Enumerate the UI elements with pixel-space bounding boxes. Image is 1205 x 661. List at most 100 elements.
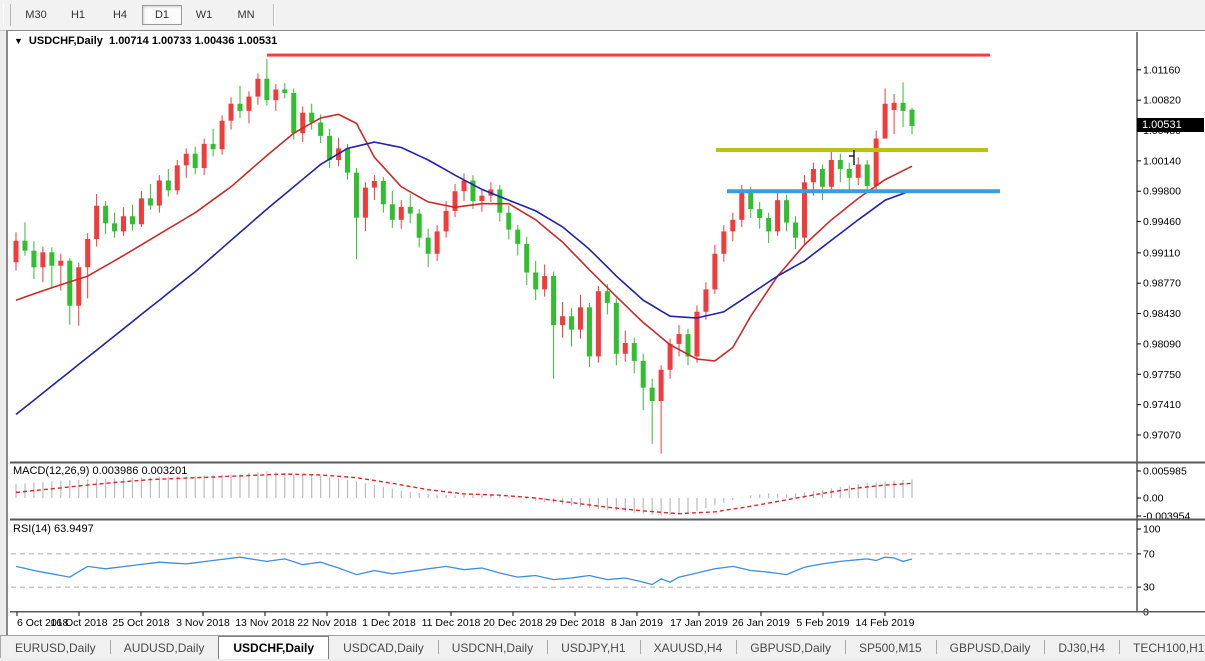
chart-tab-eurusd-daily[interactable]: EURUSD,Daily bbox=[1, 636, 110, 659]
chart-tab-gbpusd-daily[interactable]: GBPUSD,Daily bbox=[936, 636, 1045, 659]
candle-down bbox=[238, 104, 243, 111]
candle-up bbox=[775, 200, 780, 231]
price-axis-label: 0.97070 bbox=[1143, 429, 1181, 441]
candle-down bbox=[910, 110, 915, 126]
chart-tabs: EURUSD,DailyAUDUSD,DailyUSDCHF,DailyUSDC… bbox=[1, 636, 1205, 659]
pane-divider[interactable] bbox=[10, 519, 1205, 521]
toolbar-grip-icon[interactable] bbox=[3, 4, 11, 26]
chart-tab-usdjpy-h1[interactable]: USDJPY,H1 bbox=[547, 636, 639, 659]
price-axis-label: 0.99800 bbox=[1143, 186, 1181, 198]
candle-up bbox=[874, 139, 879, 186]
rsi-name: RSI(14) bbox=[13, 523, 51, 535]
rsi-axis-label: 70 bbox=[1143, 548, 1155, 560]
candle-down bbox=[130, 216, 135, 224]
candle-up bbox=[202, 144, 207, 168]
candle-down bbox=[838, 160, 843, 169]
price-axis-label: 0.99110 bbox=[1143, 247, 1180, 259]
candle-down bbox=[193, 154, 198, 168]
chart-tab-gbpusd-daily[interactable]: GBPUSD,Daily bbox=[736, 636, 845, 659]
candle-down bbox=[865, 164, 870, 185]
timeframe-button-m30[interactable]: M30 bbox=[16, 5, 56, 25]
chart-symbol-period: USDCHF,Daily bbox=[29, 35, 103, 47]
candle-up bbox=[578, 307, 583, 329]
rsi-axis-label: 100 bbox=[1143, 524, 1161, 536]
candle-up bbox=[712, 254, 717, 290]
date-axis-label: 13 Nov 2018 bbox=[235, 617, 295, 629]
candle-up bbox=[40, 252, 45, 267]
candle-down bbox=[497, 189, 502, 212]
price-axis-label: 0.98770 bbox=[1143, 278, 1181, 290]
candle-down bbox=[632, 343, 637, 361]
chart-canvas[interactable]: 1.011601.008201.004801.001400.998000.994… bbox=[8, 31, 1205, 635]
chart-tab-xauusd-h4[interactable]: XAUUSD,H4 bbox=[640, 636, 737, 659]
candle-down bbox=[587, 307, 592, 356]
hline-olive-support[interactable] bbox=[716, 148, 988, 152]
candle-up bbox=[372, 181, 377, 188]
candle-up bbox=[229, 104, 234, 121]
chart-menu-caret-icon[interactable]: ▼ bbox=[14, 36, 23, 46]
chart-tab-usdcad-daily[interactable]: USDCAD,Daily bbox=[329, 636, 438, 659]
date-axis-label: 20 Dec 2018 bbox=[483, 617, 543, 629]
toolbar-separator bbox=[273, 4, 275, 26]
candle-up bbox=[542, 276, 547, 289]
candle-down bbox=[345, 148, 350, 172]
date-axis-label: 16 Oct 2018 bbox=[50, 617, 107, 629]
chart-tab-sp500-m15[interactable]: SP500,M15 bbox=[845, 636, 936, 659]
timeframe-button-d1[interactable]: D1 bbox=[142, 5, 182, 25]
candle-up bbox=[596, 291, 601, 356]
price-axis-label: 0.98430 bbox=[1143, 308, 1181, 320]
chart-tab-usdcnh-daily[interactable]: USDCNH,Daily bbox=[438, 636, 547, 659]
timeframe-toolbar: M30H1H4D1W1MN bbox=[0, 0, 1205, 31]
candle-down bbox=[211, 144, 216, 149]
candle-up bbox=[121, 216, 126, 231]
candle-down bbox=[748, 191, 753, 209]
candle-up bbox=[659, 370, 664, 401]
candle-up bbox=[94, 206, 99, 239]
candle-down bbox=[49, 252, 54, 265]
timeframe-button-h1[interactable]: H1 bbox=[58, 5, 98, 25]
candle-up bbox=[220, 121, 225, 150]
candle-up bbox=[58, 261, 63, 266]
candle-up bbox=[883, 104, 888, 139]
candle-down bbox=[31, 251, 36, 268]
chart-tab-usdchf-daily[interactable]: USDCHF,Daily bbox=[218, 636, 329, 659]
timeframe-buttons: M30H1H4D1W1MN bbox=[15, 5, 267, 25]
price-axis-label: 1.00820 bbox=[1143, 95, 1181, 107]
candle-up bbox=[139, 198, 144, 224]
candle-down bbox=[901, 103, 906, 111]
candle-up bbox=[811, 169, 816, 182]
candle-up bbox=[462, 181, 467, 192]
macd-axis-label: 0.005985 bbox=[1143, 466, 1187, 478]
hline-resistance[interactable] bbox=[267, 54, 990, 57]
rsi-axis-label: 30 bbox=[1143, 582, 1155, 594]
timeframe-button-w1[interactable]: W1 bbox=[184, 5, 224, 25]
candle-down bbox=[264, 79, 269, 100]
candle-down bbox=[533, 272, 538, 289]
date-axis-label: 3 Nov 2018 bbox=[176, 617, 230, 629]
candle-up bbox=[184, 154, 189, 166]
candle-down bbox=[291, 93, 296, 133]
hline-blue-support[interactable] bbox=[727, 189, 1000, 193]
timeframe-button-h4[interactable]: H4 bbox=[100, 5, 140, 25]
chart-tab-dj30-h4[interactable]: DJ30,H4 bbox=[1044, 636, 1119, 659]
candle-down bbox=[354, 173, 359, 218]
trading-terminal: { "toolbar": { "timeframes": ["M30","H1"… bbox=[0, 0, 1205, 661]
timeframe-button-mn[interactable]: MN bbox=[226, 5, 266, 25]
chart-tab-bar: EURUSD,DailyAUDUSD,DailyUSDCHF,DailyUSDC… bbox=[0, 635, 1205, 659]
date-axis-label: 26 Jan 2019 bbox=[732, 617, 790, 629]
candle-down bbox=[641, 361, 646, 388]
chart-background bbox=[10, 32, 1205, 633]
candle-down bbox=[757, 209, 762, 218]
candle-down bbox=[820, 169, 825, 187]
chart-window: 1.011601.008201.004801.001400.998000.994… bbox=[6, 30, 1205, 635]
candle-up bbox=[677, 334, 682, 344]
candle-up bbox=[175, 165, 180, 190]
pane-divider[interactable] bbox=[10, 462, 1205, 464]
date-axis-label: 1 Dec 2018 bbox=[362, 617, 416, 629]
chart-tab-audusd-daily[interactable]: AUDUSD,Daily bbox=[110, 636, 219, 659]
candle-down bbox=[327, 136, 332, 160]
chart-ohlc-values: 1.00714 1.00733 1.00436 1.00531 bbox=[109, 35, 277, 47]
candle-down bbox=[112, 223, 117, 231]
chart-tab-tech100-h1[interactable]: TECH100,H1 bbox=[1119, 636, 1205, 659]
candle-up bbox=[892, 103, 897, 110]
